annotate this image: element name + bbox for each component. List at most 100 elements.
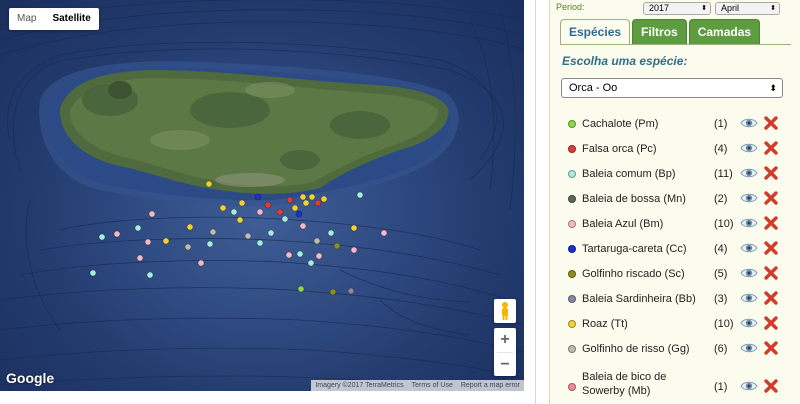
species-name: Roaz (Tt): [582, 318, 628, 330]
eye-icon[interactable]: [740, 241, 758, 255]
species-count: (2): [714, 193, 728, 205]
eye-icon[interactable]: [740, 341, 758, 355]
sighting-marker: [113, 230, 121, 238]
sighting-marker: [299, 193, 307, 201]
sighting-marker: [134, 224, 142, 232]
sighting-marker: [299, 222, 307, 230]
sighting-marker: [230, 208, 238, 216]
sighting-marker: [314, 199, 322, 207]
sighting-marker: [350, 224, 358, 232]
select-arrows-icon: ⬍: [770, 5, 776, 12]
select-arrows-icon: ⬍: [701, 5, 707, 12]
gutter-divider: [535, 0, 536, 404]
eye-icon[interactable]: [740, 379, 758, 393]
sighting-marker: [285, 251, 293, 259]
map-type-map-button[interactable]: Map: [9, 8, 44, 30]
month-select[interactable]: April ⬍: [715, 2, 780, 15]
tab-filtros[interactable]: Filtros: [632, 19, 687, 44]
delete-x-icon[interactable]: [763, 215, 779, 231]
sighting-marker: [206, 240, 214, 248]
sighting-marker: [302, 199, 310, 207]
species-row[interactable]: Cachalote (Pm) (1): [568, 115, 788, 135]
map-type-satellite-button[interactable]: Satellite: [44, 8, 98, 30]
sighting-marker: [98, 233, 106, 241]
delete-x-icon[interactable]: [763, 190, 779, 206]
tab-especies[interactable]: Espécies: [560, 19, 631, 45]
sighting-marker: [350, 246, 358, 254]
sighting-marker: [356, 191, 364, 199]
species-row[interactable]: Roaz (Tt) (10): [568, 315, 788, 335]
sighting-marker: [238, 199, 246, 207]
delete-x-icon[interactable]: [763, 290, 779, 306]
sighting-marker: [295, 210, 303, 218]
sighting-marker: [333, 242, 341, 250]
map-canvas[interactable]: Map Satellite + − Google Imagery ©2017 T…: [0, 0, 524, 391]
google-logo[interactable]: Google: [6, 370, 54, 386]
species-row[interactable]: Falsa orca (Pc) (4): [568, 140, 788, 160]
tab-camadas[interactable]: Camadas: [688, 19, 761, 44]
delete-x-icon[interactable]: [763, 115, 779, 131]
species-row[interactable]: Golfinho de risso (Gg) (6): [568, 340, 788, 360]
sighting-marker: [308, 193, 316, 201]
species-count: (6): [714, 343, 728, 355]
species-name: Baleia de bico de Sowerby (Mb): [582, 371, 667, 397]
species-row[interactable]: Golfinho riscado (Sc) (5): [568, 265, 788, 285]
species-color-dot: [568, 220, 576, 228]
sighting-marker: [186, 223, 194, 231]
species-color-dot: [568, 120, 576, 128]
species-row[interactable]: Baleia Azul (Bm) (10): [568, 215, 788, 235]
species-select-value: Orca - Oo: [569, 82, 618, 94]
species-color-dot: [568, 145, 576, 153]
species-color-dot: [568, 245, 576, 253]
sighting-marker: [205, 180, 213, 188]
zoom-out-button[interactable]: −: [494, 353, 516, 377]
delete-x-icon[interactable]: [763, 165, 779, 181]
delete-x-icon[interactable]: [763, 140, 779, 156]
delete-x-icon[interactable]: [763, 340, 779, 356]
species-name: Baleia Sardinheira (Bb): [582, 293, 696, 305]
species-row[interactable]: Baleia comum (Bp) (11): [568, 165, 788, 185]
species-name: Golfinho riscado (Sc): [582, 268, 685, 280]
year-select[interactable]: 2017 ⬍: [643, 2, 711, 15]
panel-tabs: Espécies Filtros Camadas: [560, 19, 762, 45]
species-count: (10): [714, 218, 734, 230]
delete-x-icon[interactable]: [763, 265, 779, 281]
eye-icon[interactable]: [740, 191, 758, 205]
species-row[interactable]: Tartaruga-careta (Cc) (4): [568, 240, 788, 260]
delete-x-icon[interactable]: [763, 378, 779, 394]
eye-icon[interactable]: [740, 141, 758, 155]
terms-of-use-link[interactable]: Terms of Use: [408, 380, 457, 391]
sighting-marker: [184, 243, 192, 251]
street-view-pegman-icon[interactable]: [494, 299, 516, 323]
species-color-dot: [568, 383, 576, 391]
species-select[interactable]: Orca - Oo ⬍: [561, 78, 783, 98]
species-name: Golfinho de risso (Gg): [582, 343, 690, 355]
species-count: (11): [714, 168, 733, 180]
delete-x-icon[interactable]: [763, 240, 779, 256]
eye-icon[interactable]: [740, 316, 758, 330]
zoom-control: + −: [494, 328, 516, 376]
sighting-marker: [276, 208, 284, 216]
eye-icon[interactable]: [740, 116, 758, 130]
species-name: Baleia Azul (Bm): [582, 218, 664, 230]
zoom-in-button[interactable]: +: [494, 328, 516, 352]
species-count: (5): [714, 268, 728, 280]
sighting-marker: [197, 259, 205, 267]
sighting-marker: [256, 208, 264, 216]
species-count: (4): [714, 243, 728, 255]
month-value: April: [721, 3, 740, 13]
species-color-dot: [568, 345, 576, 353]
species-row[interactable]: Baleia Sardinheira (Bb) (3): [568, 290, 788, 310]
eye-icon[interactable]: [740, 166, 758, 180]
delete-x-icon[interactable]: [763, 315, 779, 331]
eye-icon[interactable]: [740, 291, 758, 305]
eye-icon[interactable]: [740, 266, 758, 280]
species-row[interactable]: Baleia de bossa (Mn) (2): [568, 190, 788, 210]
eye-icon[interactable]: [740, 216, 758, 230]
report-map-error-link[interactable]: Report a map error: [457, 380, 524, 391]
species-name: Baleia de bossa (Mn): [582, 193, 686, 205]
tab-underline: [560, 44, 791, 45]
sighting-marker: [267, 229, 275, 237]
species-panel: Period: 2017 ⬍ April ⬍ Espécies Filtros …: [549, 0, 800, 404]
species-row[interactable]: Baleia de bico de Sowerby (Mb) (1): [568, 371, 788, 398]
